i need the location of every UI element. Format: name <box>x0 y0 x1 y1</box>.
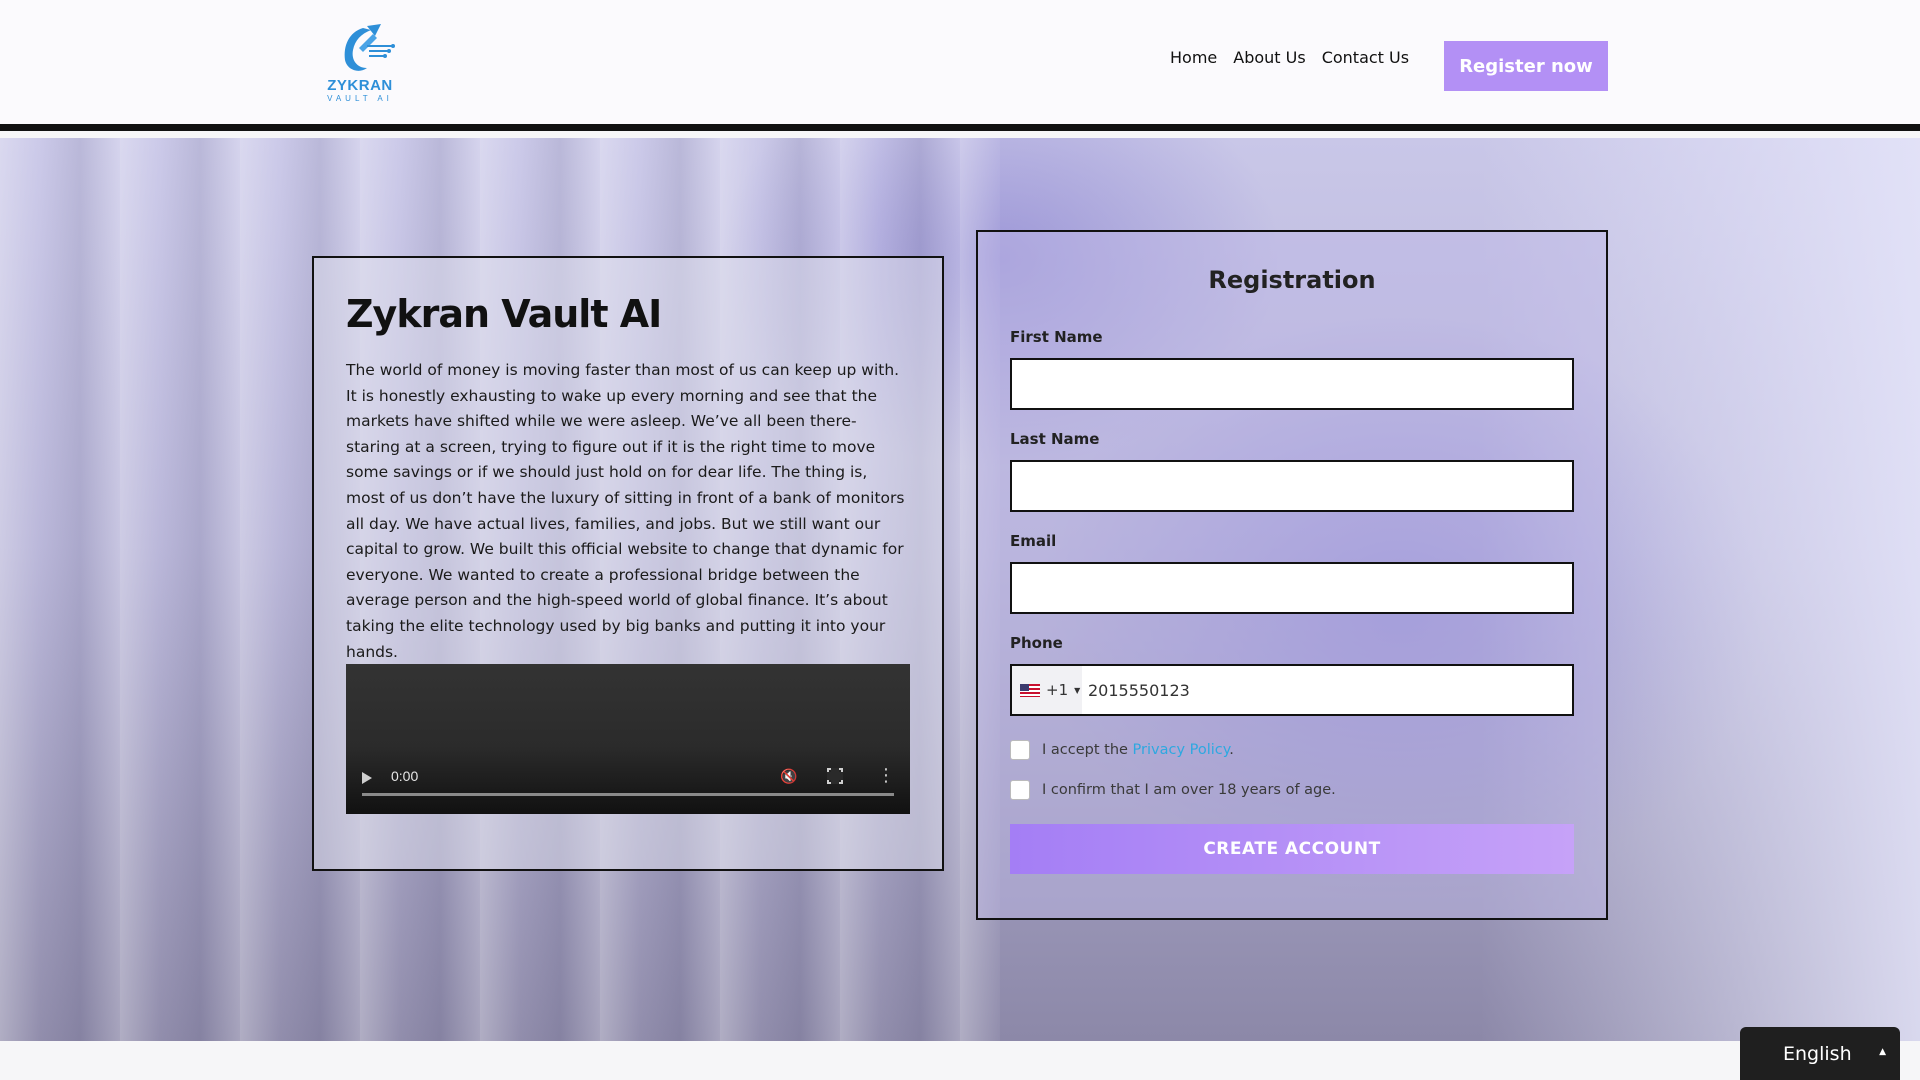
registration-form: Registration First Name Last Name Email … <box>976 230 1608 920</box>
play-icon[interactable] <box>362 772 372 784</box>
privacy-suffix: . <box>1229 742 1234 758</box>
privacy-checkbox[interactable] <box>1010 740 1030 760</box>
us-flag-icon <box>1020 683 1040 697</box>
info-title: Zykran Vault AI <box>346 292 662 336</box>
language-selector[interactable]: English ▲ <box>1740 1027 1900 1080</box>
first-name-input[interactable] <box>1010 358 1574 410</box>
registration-title: Registration <box>1208 266 1376 294</box>
hero-section <box>0 138 1920 1041</box>
age-consent-text: I confirm that I am over 18 years of age… <box>1042 782 1336 798</box>
nav-contact-us[interactable]: Contact Us <box>1322 48 1409 67</box>
caret-down-icon: ▼ <box>1074 685 1081 695</box>
email-label: Email <box>1010 532 1057 550</box>
nav-about-us[interactable]: About Us <box>1233 48 1305 67</box>
last-name-label: Last Name <box>1010 430 1100 448</box>
register-now-button[interactable]: Register now <box>1444 41 1608 91</box>
privacy-prefix: I accept the <box>1042 742 1133 758</box>
logo[interactable]: ZYKRAN VAULT AI <box>323 22 397 106</box>
page-footer-strip <box>0 1041 1920 1080</box>
privacy-consent-row: I accept the Privacy Policy. <box>1010 740 1574 760</box>
fullscreen-icon[interactable] <box>827 768 843 784</box>
email-input[interactable] <box>1010 562 1574 614</box>
phone-input[interactable] <box>1088 666 1568 714</box>
info-card: Zykran Vault AI The world of money is mo… <box>312 256 944 871</box>
language-label: English <box>1783 1042 1852 1065</box>
first-name-label: First Name <box>1010 328 1103 346</box>
main-nav: Home About Us Contact Us <box>1170 48 1409 67</box>
last-name-input[interactable] <box>1010 460 1574 512</box>
more-options-icon[interactable]: ⋮ <box>876 766 896 786</box>
phone-label: Phone <box>1010 634 1063 652</box>
country-code: +1 <box>1046 681 1069 699</box>
video-player[interactable]: 0:00 🔇 ⋮ <box>346 664 910 814</box>
country-code-selector[interactable]: +1 ▼ <box>1012 666 1082 714</box>
info-description: The world of money is moving faster than… <box>346 361 905 661</box>
video-progress-bar[interactable] <box>362 793 894 796</box>
privacy-policy-link[interactable]: Privacy Policy <box>1133 742 1230 758</box>
rocket-logo-icon <box>344 24 395 71</box>
nav-home[interactable]: Home <box>1170 48 1217 67</box>
video-time: 0:00 <box>391 768 419 784</box>
logo-name: ZYKRAN <box>327 77 393 94</box>
privacy-consent-text: I accept the Privacy Policy. <box>1042 742 1234 758</box>
create-account-button[interactable]: CREATE ACCOUNT <box>1010 824 1574 874</box>
age-checkbox[interactable] <box>1010 780 1030 800</box>
muted-speaker-icon[interactable]: 🔇 <box>780 768 798 786</box>
logo-subtitle: VAULT AI <box>327 94 393 103</box>
phone-field: +1 ▼ <box>1010 664 1574 716</box>
video-controls: 0:00 🔇 ⋮ <box>346 754 910 814</box>
age-consent-row: I confirm that I am over 18 years of age… <box>1010 780 1574 800</box>
site-header: ZYKRAN VAULT AI Home About Us Contact Us… <box>0 0 1920 131</box>
caret-up-icon: ▲ <box>1879 1047 1886 1057</box>
